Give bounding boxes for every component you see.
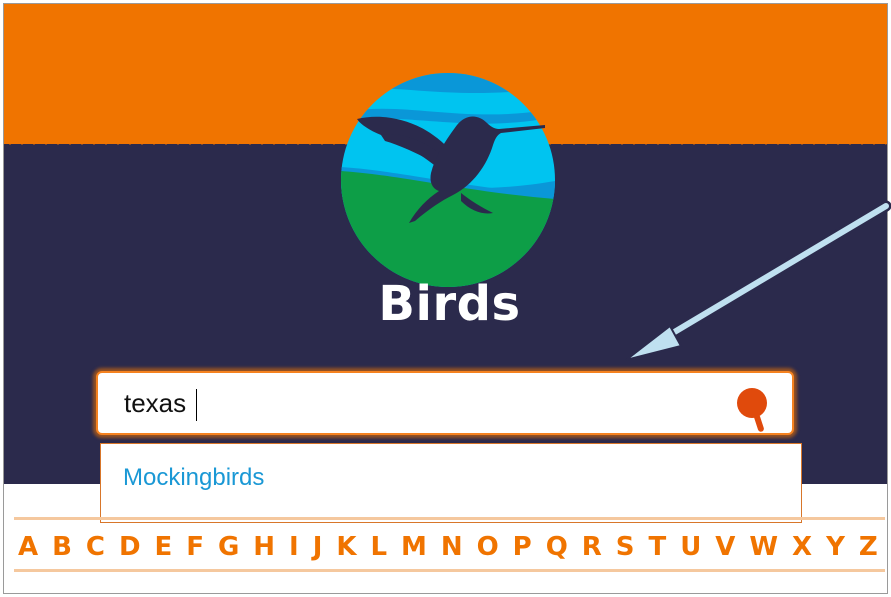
suggestion-item[interactable]: Mockingbirds (123, 464, 264, 492)
alphabet-nav: ABCDEFGHIJKLMNOPQRSTUVWXYZ (18, 529, 878, 565)
letter-link-n[interactable]: N (441, 532, 463, 562)
app-frame: Birds Mockingbirds ABCDEFGHIJKLMNOPQRSTU… (3, 3, 888, 594)
search-box[interactable] (96, 371, 794, 435)
letter-link-j[interactable]: J (313, 532, 323, 562)
letter-link-d[interactable]: D (119, 532, 141, 562)
autocomplete-dropdown: Mockingbirds (100, 443, 802, 523)
letter-link-o[interactable]: O (477, 532, 499, 562)
search-icon[interactable] (736, 386, 772, 434)
letter-link-g[interactable]: G (218, 532, 239, 562)
letter-link-e[interactable]: E (155, 532, 173, 562)
letter-link-p[interactable]: P (513, 532, 532, 562)
text-cursor (196, 389, 197, 421)
letter-link-x[interactable]: X (792, 532, 812, 562)
letter-link-t[interactable]: T (648, 532, 666, 562)
letter-link-w[interactable]: W (749, 532, 778, 562)
hummingbird-logo-icon (341, 73, 555, 287)
letter-link-q[interactable]: Q (546, 532, 568, 562)
letter-link-u[interactable]: U (680, 532, 701, 562)
search-input[interactable] (124, 385, 724, 421)
letter-link-r[interactable]: R (582, 532, 602, 562)
letter-link-h[interactable]: H (253, 532, 275, 562)
page-title: Birds (378, 276, 521, 332)
letter-link-i[interactable]: I (289, 532, 299, 562)
letter-link-s[interactable]: S (616, 532, 635, 562)
letter-link-f[interactable]: F (186, 532, 204, 562)
letter-link-l[interactable]: L (370, 532, 387, 562)
letter-link-c[interactable]: C (86, 532, 105, 562)
alphabet-top-rule (14, 517, 885, 520)
letter-link-k[interactable]: K (336, 532, 356, 562)
letter-link-y[interactable]: Y (826, 532, 845, 562)
letter-link-m[interactable]: M (401, 532, 427, 562)
letter-link-z[interactable]: Z (859, 532, 878, 562)
alphabet-bottom-rule (14, 569, 885, 572)
letter-link-b[interactable]: B (52, 532, 72, 562)
letter-link-a[interactable]: A (18, 532, 38, 562)
letter-link-v[interactable]: V (715, 532, 735, 562)
